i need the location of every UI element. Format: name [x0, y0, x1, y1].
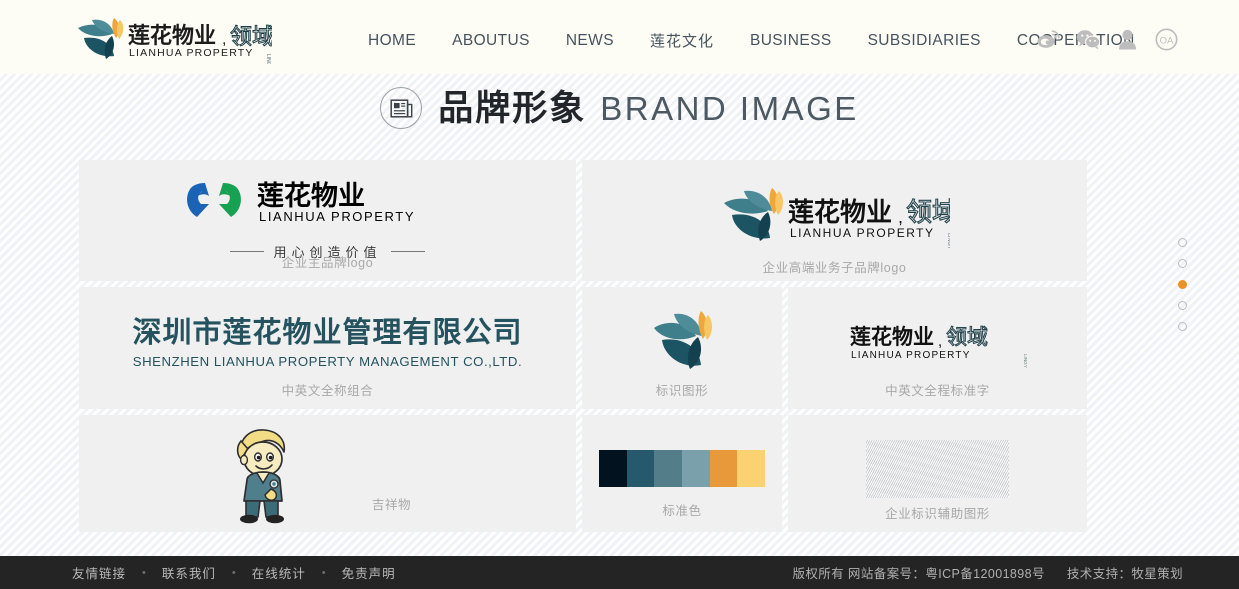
brand-card-caption: 吉祥物: [79, 494, 576, 513]
wechat-icon[interactable]: [1075, 26, 1101, 52]
nav-item-news[interactable]: NEWS: [558, 32, 622, 50]
svg-text:LINGYU: LINGYU: [265, 54, 271, 64]
nav-item-business[interactable]: BUSINESS: [742, 32, 840, 50]
pagination-dot-1[interactable]: [1178, 238, 1187, 247]
nav-item-home[interactable]: HOME: [360, 32, 424, 50]
brand-card-caption: 企业主品牌logo: [79, 252, 576, 271]
grid-row-2: 深圳市莲花物业管理有限公司 SHENZHEN LIANHUA PROPERTY …: [79, 287, 1087, 409]
site-logo[interactable]: 莲花物业 , LIANHUA PROPERTY 领域 LINGYU: [72, 12, 272, 64]
brand-card-caption: 标准色: [582, 500, 782, 519]
main-navigation: HOME ABOUTUS NEWS 莲花文化 BUSINESS SUBSIDIA…: [360, 30, 1143, 51]
svg-text:LIANHUA PROPERTY: LIANHUA PROPERTY: [851, 350, 971, 361]
logo-mark-artwork: [651, 309, 713, 377]
svg-text:领域: 领域: [906, 197, 950, 227]
site-header: 莲花物业 , LIANHUA PROPERTY 领域 LINGYU HOME A…: [0, 0, 1239, 74]
brand-card-caption: 企业高端业务子品牌logo: [582, 257, 1087, 276]
brand-card-logo-mark[interactable]: 标识图形: [582, 287, 782, 409]
svg-text:,: ,: [898, 207, 903, 227]
svg-text:LIANHUA PROPERTY: LIANHUA PROPERTY: [790, 226, 934, 240]
full-name-cn: 深圳市莲花物业管理有限公司: [132, 317, 522, 350]
weibo-glyph: [1037, 29, 1061, 49]
footer-link-contact-us[interactable]: 联系我们: [162, 563, 216, 582]
full-name-en: SHENZHEN LIANHUA PROPERTY MANAGEMENT CO.…: [133, 354, 522, 369]
page-title: 品牌形象 BRAND IMAGE: [0, 82, 1239, 134]
svg-text:LINGYU: LINGYU: [946, 233, 950, 249]
brand-card-mascot[interactable]: 吉祥物: [79, 415, 576, 532]
brand-card-caption: 中英文全程标准字: [788, 380, 1087, 399]
brand-card-auxiliary-graphic[interactable]: 企业标识辅助图形: [788, 415, 1087, 532]
page-pagination-dots: [1178, 238, 1187, 331]
auxiliary-pattern-artwork: [866, 440, 1009, 498]
color-swatch-4: [682, 450, 710, 487]
pagination-dot-2[interactable]: [1178, 259, 1187, 268]
color-swatch-5: [710, 450, 738, 487]
page-title-en: BRAND IMAGE: [600, 92, 859, 125]
svg-text:LINGYU: LINGYU: [1023, 354, 1028, 368]
color-swatch-1: [599, 450, 627, 487]
brand-card-full-name-combination[interactable]: 深圳市莲花物业管理有限公司 SHENZHEN LIANHUA PROPERTY …: [79, 287, 576, 409]
logo-artwork: 莲花物业 , LIANHUA PROPERTY 领域 LINGYU: [72, 12, 272, 64]
main-brand-logo-svg: 莲花物业 LIANHUA PROPERTY: [183, 177, 473, 235]
page-title-cn: 品牌形象: [438, 91, 586, 126]
footer-separator: •: [322, 567, 326, 579]
svg-text:莲花物业: 莲花物业: [850, 325, 934, 349]
color-swatch-2: [627, 450, 655, 487]
footer-link-friendly-links[interactable]: 友情链接: [72, 563, 126, 582]
brand-card-main-brand-logo[interactable]: 莲花物业 LIANHUA PROPERTY 用心创造价值 企业主品牌logo: [79, 160, 576, 281]
premium-sub-brand-logo-artwork: 莲花物业 , LIANHUA PROPERTY 领域 LINGYU: [720, 185, 950, 249]
oa-glyph: OA: [1155, 28, 1178, 51]
footer-link-disclaimer[interactable]: 免责声明: [342, 563, 396, 582]
newspaper-icon: [380, 87, 422, 129]
lotus-mark-icon: [651, 309, 713, 377]
svg-text:莲花物业: 莲花物业: [257, 181, 365, 211]
svg-text:领域: 领域: [230, 24, 272, 49]
color-swatch-6: [737, 450, 765, 487]
svg-text:LIANHUA PROPERTY: LIANHUA PROPERTY: [259, 209, 415, 224]
user-glyph: [1118, 29, 1137, 50]
site-footer: 友情链接 • 联系我们 • 在线统计 • 免责声明 版权所有 网站备案号：粤IC…: [0, 556, 1239, 589]
footer-links: 友情链接 • 联系我们 • 在线统计 • 免责声明: [72, 556, 396, 589]
footer-separator: •: [142, 567, 146, 579]
nav-item-aboutus[interactable]: ABOUTUS: [444, 32, 538, 50]
main-brand-logo-artwork: 莲花物业 LIANHUA PROPERTY: [183, 177, 473, 235]
brand-card-standard-colors[interactable]: 标准色: [582, 415, 782, 532]
footer-support[interactable]: 技术支持：牧星策划: [1067, 563, 1183, 582]
nav-item-culture[interactable]: 莲花文化: [642, 30, 722, 51]
social-links: OA: [1036, 26, 1179, 52]
oa-icon[interactable]: OA: [1153, 26, 1179, 52]
grid-row-1: 莲花物业 LIANHUA PROPERTY 用心创造价值 企业主品牌logo: [79, 160, 1087, 281]
brand-card-caption: 企业标识辅助图形: [788, 503, 1087, 522]
wechat-glyph: [1076, 29, 1101, 50]
brand-card-standard-wordmark[interactable]: 莲花物业 , LIANHUA PROPERTY 领域 LINGYU 中英文全程标…: [788, 287, 1087, 409]
svg-text:莲花物业: 莲花物业: [128, 23, 216, 48]
grid-row-3: 吉祥物 标准色 企业标识辅助图形: [79, 415, 1087, 532]
svg-text:领域: 领域: [946, 326, 988, 349]
footer-copyright-area: 版权所有 网站备案号：粤ICP备12001898号 技术支持：牧星策划: [792, 556, 1183, 589]
footer-link-online-stats[interactable]: 在线统计: [252, 563, 306, 582]
color-swatch-3: [654, 450, 682, 487]
brand-card-caption: 中英文全称组合: [79, 380, 576, 399]
svg-text:,: ,: [938, 333, 942, 350]
brand-card-caption: 标识图形: [582, 380, 782, 399]
svg-text:莲花物业: 莲花物业: [788, 197, 892, 227]
color-swatch-row: [599, 450, 765, 487]
user-icon[interactable]: [1114, 26, 1140, 52]
svg-text:OA: OA: [1159, 35, 1173, 46]
footer-copyright: 版权所有 网站备案号：粤ICP备12001898号: [792, 563, 1044, 582]
pagination-dot-5[interactable]: [1178, 322, 1187, 331]
pagination-dot-3[interactable]: [1178, 280, 1187, 289]
brand-image-grid: 莲花物业 LIANHUA PROPERTY 用心创造价值 企业主品牌logo: [79, 160, 1087, 538]
premium-sub-brand-logo-svg: 莲花物业 , LIANHUA PROPERTY 领域 LINGYU: [720, 185, 950, 249]
newspaper-glyph: [390, 98, 413, 119]
brand-card-premium-sub-brand-logo[interactable]: 莲花物业 , LIANHUA PROPERTY 领域 LINGYU 企业高端业务…: [582, 160, 1087, 281]
standard-wordmark-svg: 莲花物业 , LIANHUA PROPERTY 领域 LINGYU: [848, 320, 1028, 368]
nav-item-subsidiaries[interactable]: SUBSIDIARIES: [860, 32, 989, 50]
svg-text:,: ,: [222, 31, 226, 48]
footer-separator: •: [232, 567, 236, 579]
full-name-artwork: 深圳市莲花物业管理有限公司 SHENZHEN LIANHUA PROPERTY …: [132, 317, 522, 368]
pagination-dot-4[interactable]: [1178, 301, 1187, 310]
weibo-icon[interactable]: [1036, 26, 1062, 52]
standard-wordmark-artwork: 莲花物业 , LIANHUA PROPERTY 领域 LINGYU: [848, 320, 1028, 368]
